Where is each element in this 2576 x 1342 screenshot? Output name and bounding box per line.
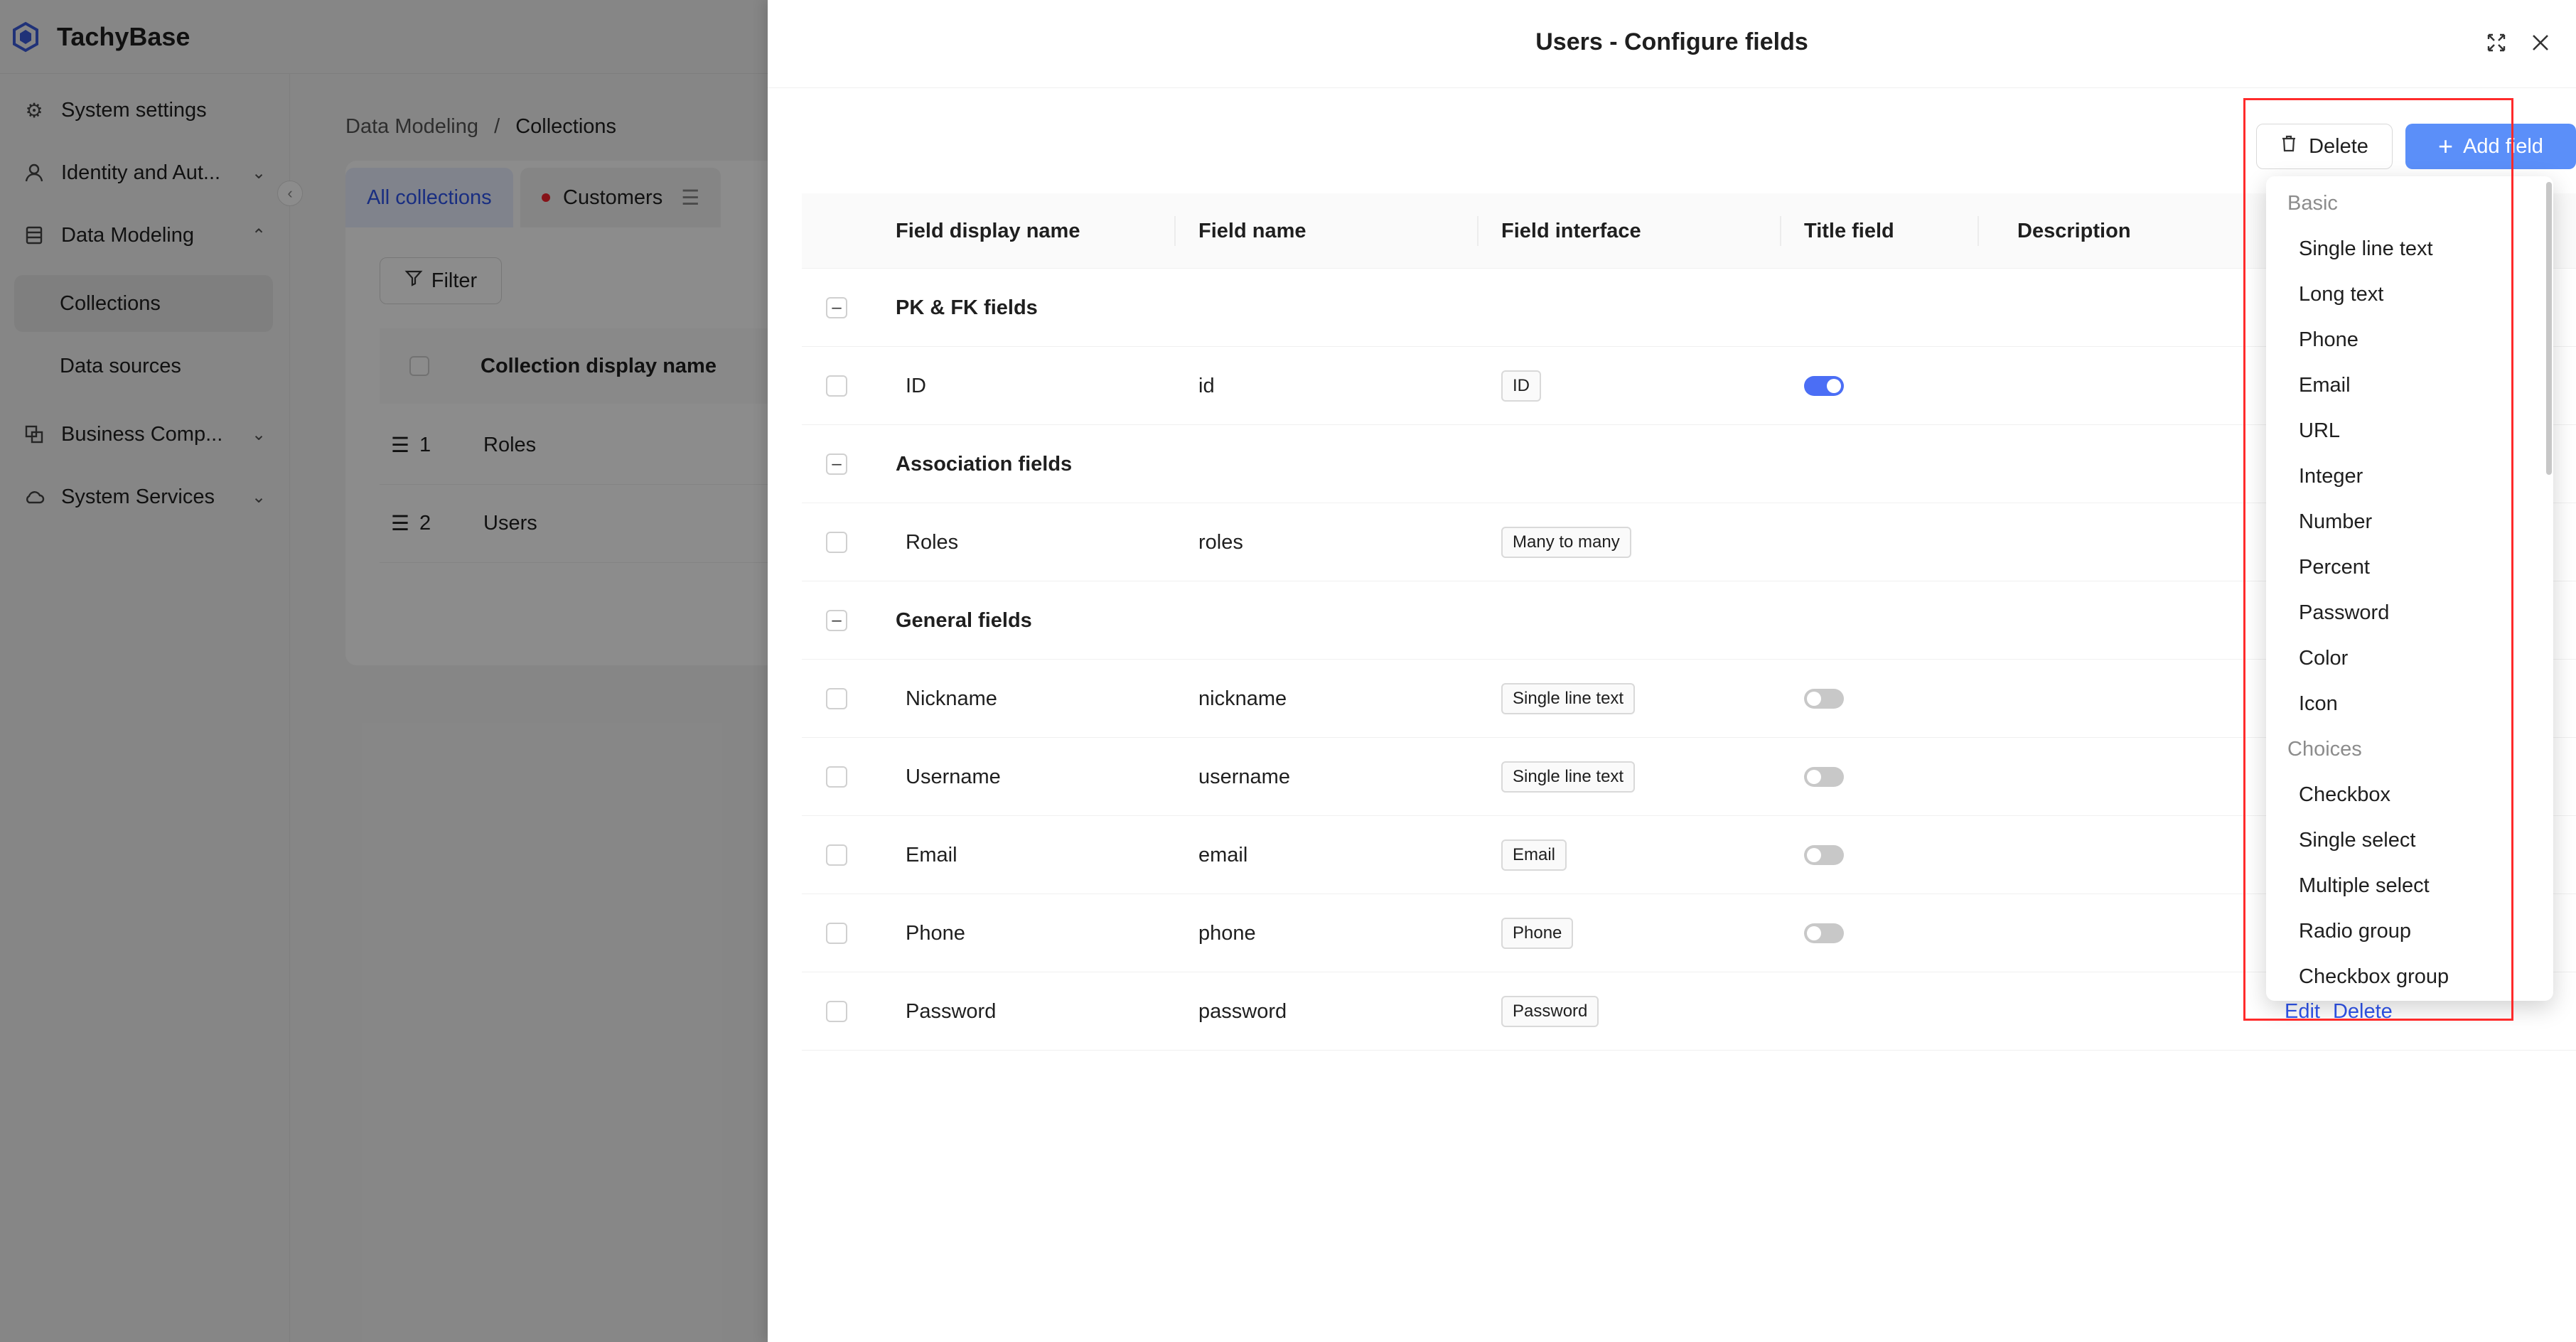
field-display-name: Phone (906, 921, 965, 945)
close-icon[interactable] (2525, 27, 2556, 58)
field-interface-tag: Email (1501, 839, 1567, 871)
field-interface-tag: Single line text (1501, 761, 1636, 793)
row-checkbox[interactable] (826, 532, 847, 553)
title-field-toggle[interactable] (1804, 767, 1844, 787)
field-name: phone (1198, 921, 1256, 945)
field-name: email (1198, 843, 1248, 866)
field-name: password (1198, 999, 1287, 1023)
row-checkbox[interactable] (826, 688, 847, 709)
column-divider (1780, 216, 1781, 246)
field-name: username (1198, 765, 1290, 788)
field-interface-tag: Many to many (1501, 527, 1631, 558)
field-name: nickname (1198, 687, 1287, 710)
collapse-group-button[interactable]: – (826, 610, 847, 631)
column-header: Title field (1804, 219, 1894, 242)
column-header: Field display name (896, 219, 1080, 242)
row-checkbox[interactable] (826, 766, 847, 788)
configure-fields-drawer: Users - Configure fields Delete + Add fi… (768, 0, 2576, 1342)
column-header: Field name (1198, 219, 1306, 242)
field-interface-tag: Phone (1501, 918, 1574, 949)
field-interface-tag: Single line text (1501, 683, 1636, 714)
field-name: roles (1198, 530, 1243, 554)
column-header: Field interface (1501, 219, 1641, 242)
group-title: Association fields (896, 452, 1073, 476)
title-field-toggle[interactable] (1804, 376, 1844, 396)
group-title: PK & FK fields (896, 296, 1038, 319)
field-display-name: ID (906, 374, 926, 397)
field-display-name: Password (906, 999, 997, 1023)
field-display-name: Username (906, 765, 1001, 788)
highlight-annotation-box (2243, 98, 2513, 1021)
collapse-group-button[interactable]: – (826, 297, 847, 318)
field-interface-tag: ID (1501, 370, 1541, 402)
drawer-title: Users - Configure fields (1535, 28, 1808, 55)
column-divider (1477, 216, 1478, 246)
field-display-name: Roles (906, 530, 959, 554)
field-display-name: Nickname (906, 687, 997, 710)
column-divider (1977, 216, 1979, 246)
title-field-toggle[interactable] (1804, 923, 1844, 943)
row-checkbox[interactable] (826, 1001, 847, 1022)
row-checkbox[interactable] (826, 844, 847, 866)
row-checkbox[interactable] (826, 375, 847, 397)
column-header: Description (2017, 219, 2131, 242)
row-checkbox[interactable] (826, 923, 847, 944)
group-title: General fields (896, 608, 1032, 632)
fullscreen-icon[interactable] (2481, 27, 2512, 58)
drawer-header: Users - Configure fields (768, 0, 2576, 88)
modal-mask[interactable] (0, 0, 768, 1342)
title-field-toggle[interactable] (1804, 689, 1844, 709)
column-divider (1174, 216, 1176, 246)
field-display-name: Email (906, 843, 957, 866)
collapse-group-button[interactable]: – (826, 453, 847, 475)
field-interface-tag: Password (1501, 996, 1599, 1027)
field-name: id (1198, 374, 1215, 397)
title-field-toggle[interactable] (1804, 845, 1844, 865)
